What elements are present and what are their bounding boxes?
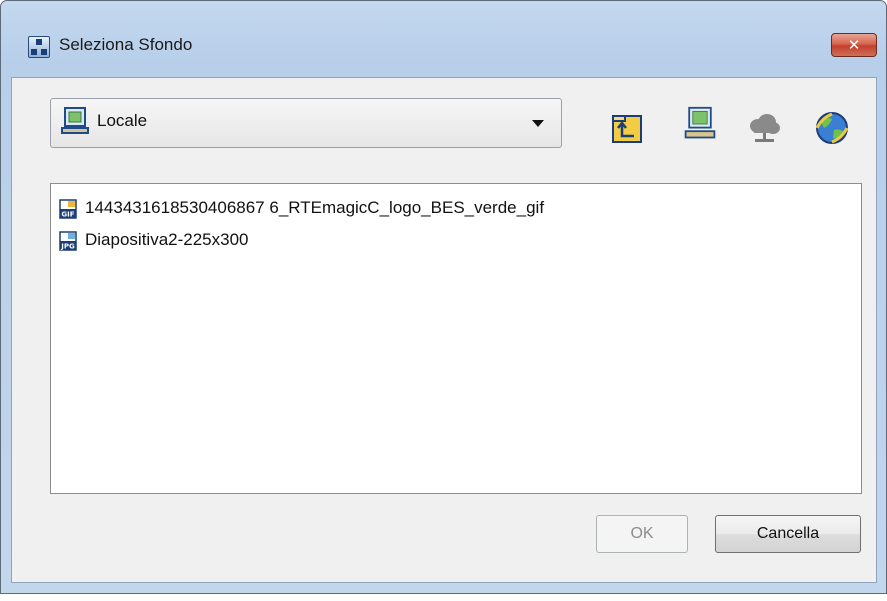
chevron-down-icon[interactable] (532, 120, 544, 127)
file-list[interactable]: GIF 1443431618530406867 6_RTEmagicC_logo… (50, 183, 862, 494)
close-icon: ✕ (847, 36, 861, 54)
internet-globe-icon[interactable] (814, 110, 850, 146)
ok-button[interactable]: OK (596, 515, 688, 553)
close-button[interactable]: ✕ (831, 33, 877, 57)
jpg-file-icon: JPG (59, 231, 77, 251)
cloud-network-icon[interactable] (746, 110, 782, 146)
title-bar[interactable]: Seleziona Sfondo ✕ (1, 1, 886, 77)
app-icon (28, 36, 50, 58)
cancel-button[interactable]: Cancella (715, 515, 861, 553)
dialog-body: Locale GIF 1443431618530406867 6_RTEmagi… (11, 77, 877, 583)
svg-text:GIF: GIF (61, 211, 74, 219)
parent-folder-icon[interactable] (610, 110, 646, 146)
local-computer-icon[interactable] (682, 106, 718, 142)
file-name: 1443431618530406867 6_RTEmagicC_logo_BES… (85, 198, 545, 217)
dialog-window: Seleziona Sfondo ✕ Locale GIF 1443431618… (0, 0, 887, 594)
window-title: Seleziona Sfondo (59, 35, 193, 54)
computer-icon (61, 107, 89, 134)
location-dropdown[interactable]: Locale (50, 98, 562, 148)
gif-file-icon: GIF (59, 199, 77, 219)
location-selected-label: Locale (97, 111, 148, 130)
svg-text:JPG: JPG (60, 243, 75, 251)
file-name: Diapositiva2-225x300 (85, 230, 249, 249)
